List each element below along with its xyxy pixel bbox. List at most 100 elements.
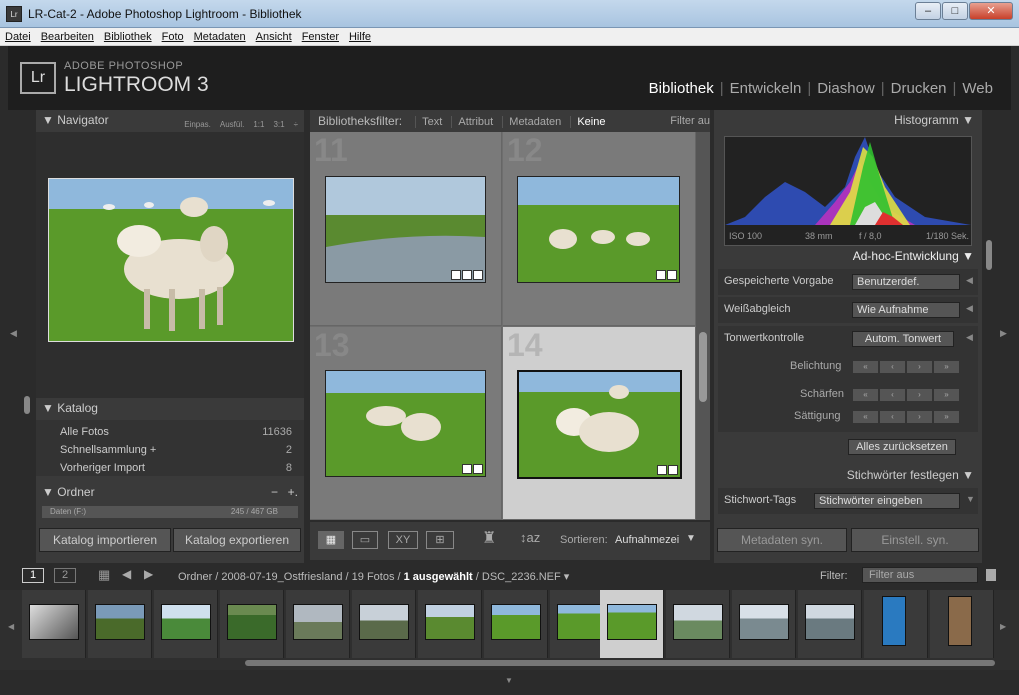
filmstrip-thumb-selected[interactable] <box>600 590 664 658</box>
saturation-dec-large[interactable]: « <box>852 410 879 424</box>
saturation-inc[interactable]: › <box>906 410 933 424</box>
histogram-header[interactable]: Histogramm ▼ <box>714 110 982 130</box>
saturation-dec[interactable]: ‹ <box>879 410 906 424</box>
zoom-3-1[interactable]: 3:1 <box>273 120 284 129</box>
module-bibliothek[interactable]: Bibliothek <box>643 80 720 97</box>
ordner-remove-button[interactable]: − <box>271 482 278 502</box>
filmstrip-left-arrow-icon[interactable]: ◀ <box>8 622 14 631</box>
zoom-menu-icon[interactable]: ÷ <box>294 120 298 129</box>
quick-develop-header[interactable]: Ad-hoc-Entwicklung ▼ <box>714 246 982 266</box>
menu-metadaten[interactable]: Metadaten <box>189 28 251 43</box>
tone-expand-icon[interactable]: ◀ <box>966 332 973 343</box>
keyword-expand-icon[interactable]: ▼ <box>966 494 975 504</box>
ordner-header[interactable]: ▼ Ordner − +. <box>36 482 304 502</box>
survey-view-icon[interactable]: ⊞ <box>426 531 454 549</box>
sort-direction-icon[interactable]: ↕az <box>520 530 540 545</box>
sharpen-dec[interactable]: ‹ <box>879 388 906 402</box>
ordner-volume-row[interactable]: Daten (F:) 245 / 467 GB <box>42 506 298 518</box>
sharpen-inc[interactable]: › <box>906 388 933 402</box>
navigator-header[interactable]: ▼ Navigator Einpas. Ausfül. 1:1 3:1 ÷ <box>36 110 304 130</box>
keyword-header[interactable]: Stichwörter festlegen ▼ <box>714 465 982 485</box>
loupe-view-icon[interactable]: ▭ <box>352 531 378 549</box>
filmstrip-filter-dropdown[interactable]: Filter aus <box>862 567 978 583</box>
saturation-inc-large[interactable]: » <box>933 410 960 424</box>
module-diashow[interactable]: Diashow <box>811 80 881 97</box>
katalog-item-schnellsammlung[interactable]: Schnellsammlung + 2 <box>60 441 300 459</box>
toolbar-menu-chevron-icon[interactable]: ▼ <box>686 533 696 544</box>
left-panel-scrollbar[interactable] <box>22 110 32 563</box>
katalog-export-button[interactable]: Katalog exportieren <box>173 528 301 552</box>
exposure-inc-large[interactable]: » <box>933 360 960 374</box>
filter-none[interactable]: Keine <box>570 116 612 128</box>
module-entwickeln[interactable]: Entwickeln <box>724 80 808 97</box>
katalog-item-vorheriger-import[interactable]: Vorheriger Import 8 <box>60 459 300 477</box>
preset-expand-icon[interactable]: ◀ <box>966 275 973 286</box>
menu-fenster[interactable]: Fenster <box>297 28 344 43</box>
module-web[interactable]: Web <box>956 80 999 97</box>
photo-thumbnail[interactable] <box>325 176 486 283</box>
katalog-header[interactable]: ▼ Katalog <box>36 398 304 418</box>
reset-all-button[interactable]: Alles zurücksetzen <box>848 439 956 455</box>
katalog-item-alle-fotos[interactable]: Alle Fotos 11636 <box>60 423 300 441</box>
left-panel-toggle-icon[interactable]: ◀ <box>10 328 17 339</box>
filmstrip-thumb[interactable] <box>154 590 218 658</box>
photo-thumbnail[interactable] <box>517 176 680 283</box>
filmstrip-thumb[interactable] <box>732 590 796 658</box>
sort-dropdown[interactable]: Aufnahmezei <box>615 534 679 546</box>
close-button[interactable]: ✕ <box>969 2 1013 20</box>
path-dropdown-icon[interactable]: ▾ <box>561 571 570 583</box>
grid-scroll-thumb[interactable] <box>699 332 707 402</box>
grid-scrollbar[interactable] <box>696 132 710 520</box>
filmstrip-thumb[interactable] <box>930 590 994 658</box>
zoom-fit[interactable]: Einpas. <box>184 120 211 129</box>
compare-view-icon[interactable]: XY <box>388 531 418 549</box>
left-scroll-thumb[interactable] <box>24 396 30 414</box>
ordner-add-button[interactable]: +. <box>288 482 298 502</box>
filmstrip-right-arrow-icon[interactable]: ▶ <box>1000 622 1006 631</box>
filmstrip-thumb[interactable] <box>220 590 284 658</box>
filter-lock-icon[interactable] <box>986 569 996 581</box>
menu-foto[interactable]: Foto <box>157 28 189 43</box>
grid-view-icon[interactable]: ▦ <box>318 531 344 549</box>
navigator-preview-image[interactable] <box>48 178 294 342</box>
filmstrip-thumb[interactable] <box>666 590 730 658</box>
keyword-dropdown[interactable]: Stichwörter eingeben <box>814 493 960 509</box>
zoom-fill[interactable]: Ausfül. <box>220 120 244 129</box>
filmstrip-scrollbar[interactable] <box>245 660 995 666</box>
sync-settings-button[interactable]: Einstell. syn. <box>851 528 979 552</box>
bottom-panel-toggle-icon[interactable]: ▼ <box>505 676 513 685</box>
katalog-import-button[interactable]: Katalog importieren <box>39 528 171 552</box>
forward-arrow-icon[interactable]: ▶ <box>144 567 153 581</box>
filmstrip-thumb[interactable] <box>22 590 86 658</box>
grid-cell[interactable]: 13 <box>310 327 502 520</box>
painter-spray-icon[interactable]: ♜ <box>482 528 496 548</box>
auto-tone-button[interactable]: Autom. Tonwert <box>852 331 954 347</box>
photo-thumbnail[interactable] <box>325 370 486 477</box>
whitebalance-dropdown[interactable]: Wie Aufnahme <box>852 302 960 318</box>
filmstrip-thumb[interactable] <box>352 590 416 658</box>
primary-window-button[interactable]: 1 <box>22 568 44 583</box>
right-panel-scrollbar[interactable] <box>984 110 994 563</box>
exposure-dec[interactable]: ‹ <box>879 360 906 374</box>
grid-cell-selected[interactable]: 14 <box>503 327 696 520</box>
sync-metadata-button[interactable]: Metadaten syn. <box>717 528 847 552</box>
filter-presets[interactable]: Filter au <box>670 110 710 132</box>
whitebalance-expand-icon[interactable]: ◀ <box>966 303 973 314</box>
sharpen-dec-large[interactable]: « <box>852 388 879 402</box>
back-arrow-icon[interactable]: ◀ <box>122 567 131 581</box>
filter-attribute[interactable]: Attribut <box>451 116 500 128</box>
photo-thumbnail-selected[interactable] <box>517 370 682 479</box>
sharpen-inc-large[interactable]: » <box>933 388 960 402</box>
right-panel-toggle-icon[interactable]: ▶ <box>1000 328 1007 339</box>
right-scroll-thumb[interactable] <box>986 240 992 270</box>
filmstrip-thumb[interactable] <box>484 590 548 658</box>
module-drucken[interactable]: Drucken <box>885 80 953 97</box>
filter-text[interactable]: Text <box>415 116 449 128</box>
filmstrip-source-path[interactable]: Ordner / 2008-07-19_Ostfriesland / 19 Fo… <box>178 570 569 583</box>
menu-datei[interactable]: Datei <box>0 28 36 43</box>
filmstrip-thumb[interactable] <box>864 590 928 658</box>
exposure-inc[interactable]: › <box>906 360 933 374</box>
filmstrip-thumb[interactable] <box>286 590 350 658</box>
menu-hilfe[interactable]: Hilfe <box>344 28 376 43</box>
menu-ansicht[interactable]: Ansicht <box>251 28 297 43</box>
